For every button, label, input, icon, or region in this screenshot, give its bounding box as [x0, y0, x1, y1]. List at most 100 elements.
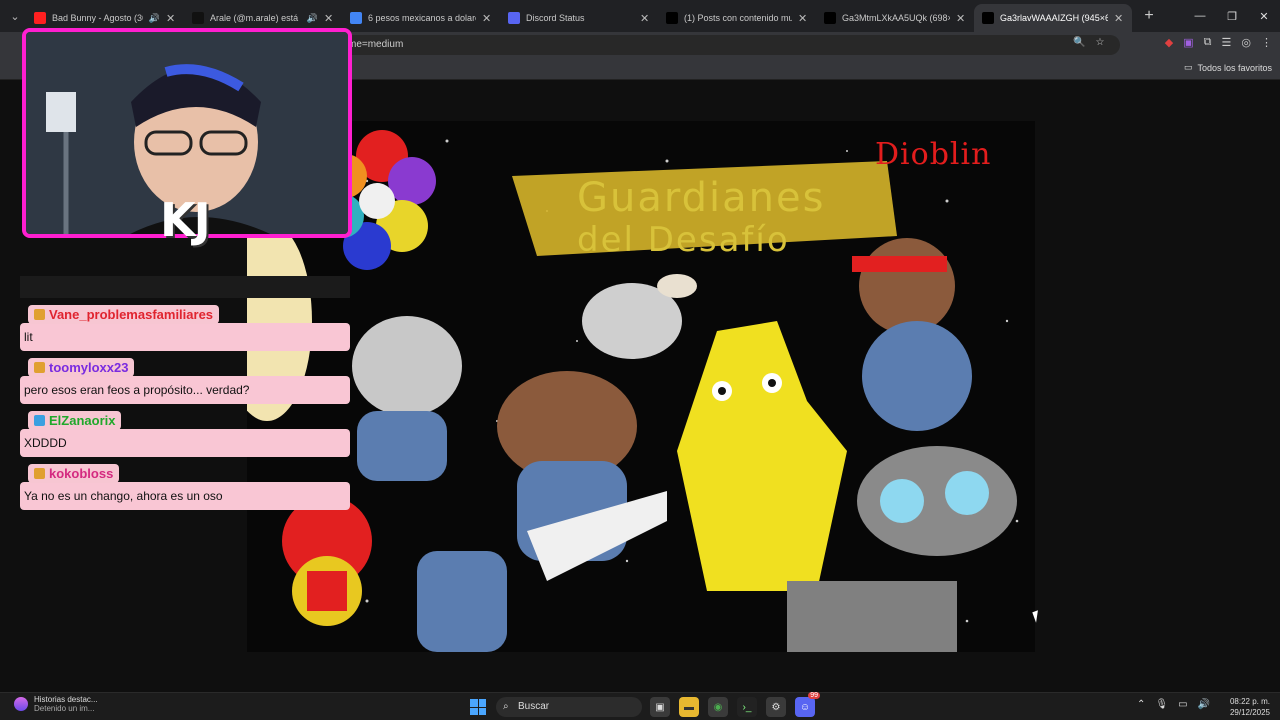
taskbar-apps: ▣ ▬ ◉ ›_ ⚙ ☺ 99 [650, 692, 820, 717]
tab-3[interactable]: Discord Status ✕ [500, 4, 658, 32]
search-label: Buscar [518, 701, 550, 712]
tab-title: Ga3MtmLXkAA5UQk (698×477 [842, 13, 950, 23]
discord-app-icon[interactable]: ☺ 99 [795, 692, 820, 717]
network-icon[interactable]: ▭ [1178, 699, 1187, 710]
menu-icon[interactable]: ⋮ [1261, 36, 1272, 49]
tab-title: Arale (@m.arale) está LIVE [210, 13, 301, 23]
chat-message-text: lit [20, 323, 350, 351]
x-icon [824, 12, 836, 24]
close-window-button[interactable]: ✕ [1248, 0, 1280, 32]
new-tab-button[interactable]: + [1138, 5, 1160, 27]
volume-icon[interactable]: 🔊 [1198, 699, 1210, 710]
tab-title: Bad Bunny - Agosto (360° V [52, 13, 143, 23]
window-controls: — ❐ ✕ [1184, 0, 1280, 32]
tab-5[interactable]: Ga3MtmLXkAA5UQk (698×477 ✕ [816, 4, 974, 32]
extension-red-icon[interactable]: ◆ [1165, 36, 1173, 49]
chat-message: Vane_problemasfamiliares lit [20, 305, 350, 351]
chat-username-tag: ElZanaorix [28, 411, 122, 430]
news-subtitle: Detenido un im... [34, 704, 95, 713]
widgets-icon [14, 697, 28, 711]
chat-username: Vane_problemasfamiliares [49, 307, 214, 322]
tab-search-button[interactable]: ⌄ [4, 5, 26, 27]
streamer-tag: KJ [160, 193, 211, 247]
chat-faded-row [20, 276, 350, 298]
system-tray: ⌃ 🎙 ▭ 🔊 [1137, 699, 1210, 710]
restore-button[interactable]: ❐ [1216, 0, 1248, 32]
extensions-icon[interactable]: ⧉ [1204, 36, 1212, 49]
chat-message-text: Ya no es un chango, ahora es un oso [20, 482, 350, 510]
chat-username-tag: toomyloxx23 [28, 358, 135, 377]
tab-title: (1) Posts con contenido multim [684, 13, 792, 23]
folder-icon: ▭ [1183, 62, 1193, 72]
start-button[interactable] [470, 699, 486, 715]
chat-message: ElZanaorix XDDDD [20, 411, 350, 457]
chat-message-text: pero esos eran feos a propósito... verda… [20, 376, 350, 404]
chat-message: toomyloxx23 pero esos eran feos a propósi… [20, 358, 350, 404]
profile-icon[interactable]: ◎ [1241, 36, 1251, 49]
windows-taskbar: Historias destac... Detenido un im... ⌕ … [0, 692, 1280, 720]
tab-close-icon[interactable]: ✕ [1114, 12, 1124, 25]
tab-6[interactable]: Ga3rlavWAAAIZGH (945×637) ✕ [974, 4, 1132, 32]
clock[interactable]: 08:22 p. m. 29/12/2025 [1230, 696, 1270, 718]
tab-title: 6 pesos mexicanos a dolares - [368, 13, 476, 23]
tab-2[interactable]: 6 pesos mexicanos a dolares - ✕ [342, 4, 500, 32]
file-explorer-icon[interactable]: ▬ [679, 697, 699, 717]
address-bar[interactable]: me=medium [340, 35, 1120, 55]
tab-title: Ga3rlavWAAAIZGH (945×637) [1000, 13, 1108, 23]
minimize-button[interactable]: — [1184, 0, 1216, 32]
artwork-signature: Dioblin [875, 137, 992, 172]
taskbar-search[interactable]: ⌕ Buscar [496, 697, 642, 717]
crown-badge-icon [34, 468, 45, 479]
artwork-image: Guardianes del Desafío Dioblin [247, 121, 1035, 652]
youtube-icon [34, 12, 46, 24]
tab-close-icon[interactable]: ✕ [798, 12, 808, 25]
tab-audio-icon[interactable]: 🔊 [149, 13, 160, 24]
chat-username: ElZanaorix [49, 413, 116, 428]
chat-message-text: XDDDD [20, 429, 350, 457]
media-control-icon[interactable]: ☰ [1222, 36, 1232, 49]
chat-message: kokobloss Ya no es un chango, ahora es un… [20, 464, 350, 510]
tab-close-icon[interactable]: ✕ [482, 12, 492, 25]
tab-close-icon[interactable]: ✕ [324, 12, 334, 25]
chrome-icon[interactable]: ◉ [708, 697, 728, 717]
tab-4[interactable]: (1) Posts con contenido multim ✕ [658, 4, 816, 32]
chat-badge-icon [34, 415, 45, 426]
news-title: Historias destac... [34, 695, 98, 704]
tab-close-icon[interactable]: ✕ [640, 12, 650, 25]
toolbar-icons: ◆ ▣ ⧉ ☰ ◎ ⋮ [1165, 36, 1272, 49]
chevron-up-icon[interactable]: ⌃ [1137, 699, 1145, 710]
all-bookmarks-label: Todos los favoritos [1197, 62, 1272, 73]
artwork-title-line1: Guardianes [577, 175, 826, 221]
clock-time: 08:22 p. m. [1229, 697, 1270, 706]
task-view-icon[interactable]: ▣ [650, 697, 670, 717]
microphone-icon[interactable]: 🎙 [1155, 699, 1168, 710]
chat-overlay: Vane_problemasfamiliares lit toomyloxx23 pe… [20, 305, 350, 517]
extension-purple-icon[interactable]: ▣ [1183, 36, 1193, 49]
address-bar-icons: 🔍 ☆ [1073, 37, 1104, 48]
search-icon: ⌕ [503, 701, 509, 712]
bookmark-star-icon[interactable]: ☆ [1095, 37, 1104, 48]
chat-username-tag: kokobloss [28, 464, 120, 483]
artwork-title-line2: del Desafío [577, 220, 790, 260]
chat-username-tag: Vane_problemasfamiliares [28, 305, 220, 324]
tab-close-icon[interactable]: ✕ [956, 12, 966, 25]
all-bookmarks-folder[interactable]: ▭ Todos los favoritos [1184, 62, 1272, 73]
crown-badge-icon [34, 309, 45, 320]
crown-badge-icon [34, 362, 45, 373]
chat-username: toomyloxx23 [49, 360, 129, 375]
discord-badge: 99 [808, 692, 820, 699]
settings-icon[interactable]: ⚙ [766, 697, 786, 717]
discord-icon [508, 12, 520, 24]
news-widget[interactable]: Historias destac... Detenido un im... [14, 695, 98, 713]
chat-username: kokobloss [49, 466, 114, 481]
tab-close-icon[interactable]: ✕ [166, 12, 176, 25]
clock-date: 29/12/2025 [1229, 708, 1270, 717]
zoom-icon[interactable]: 🔍 [1073, 37, 1085, 48]
tab-audio-icon[interactable]: 🔊 [307, 13, 318, 24]
google-icon [350, 12, 362, 24]
x-icon [666, 12, 678, 24]
terminal-icon[interactable]: ›_ [737, 697, 757, 717]
address-text: me=medium [348, 39, 404, 50]
tab-title: Discord Status [526, 13, 585, 23]
tiktok-icon [192, 12, 204, 24]
